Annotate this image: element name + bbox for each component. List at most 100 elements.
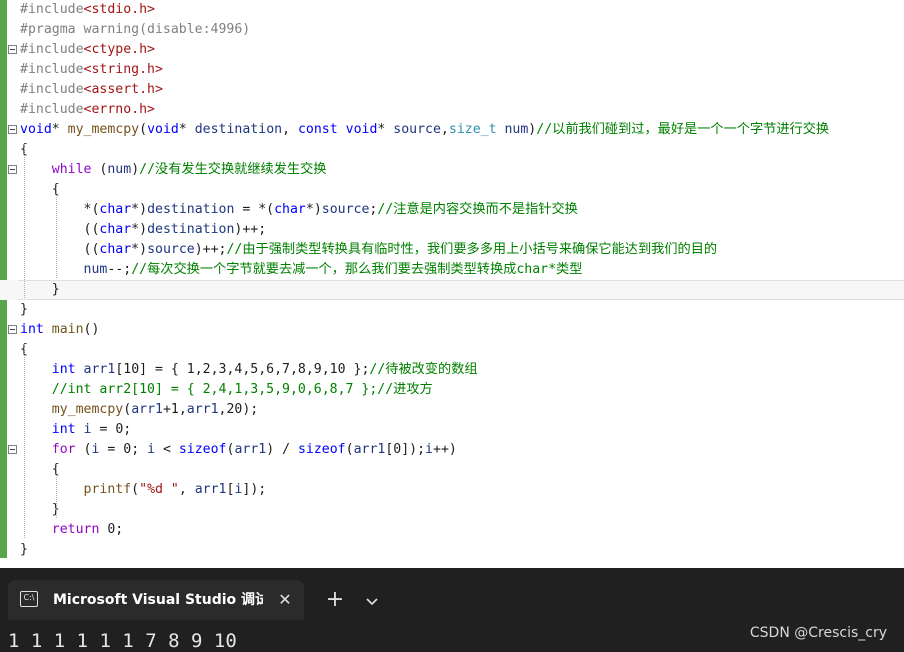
code-editor[interactable]: #include<stdio.h> #pragma warning(disable… [0, 0, 904, 568]
code-line[interactable]: printf("%d ", arr1[i]); [0, 480, 904, 500]
code-line[interactable]: #include<errno.h> [0, 100, 904, 120]
code-line[interactable]: { [0, 180, 904, 200]
code-text: } [20, 301, 28, 319]
code-line[interactable]: void* my_memcpy(void* destination, const… [0, 120, 904, 140]
code-token: //待被改变的数组 [369, 362, 478, 377]
code-line[interactable]: } [0, 300, 904, 320]
collapse-icon[interactable] [8, 45, 17, 54]
code-text: #include<stdio.h> [20, 1, 155, 19]
code-token: <string.h> [83, 62, 163, 77]
console-output: 1 1 1 1 1 1 7 8 9 10 [8, 630, 237, 652]
code-line[interactable]: #pragma warning(disable:4996) [0, 20, 904, 40]
code-text: my_memcpy(arr1+1,arr1,20); [20, 401, 258, 419]
code-token: <ctype.h> [83, 42, 155, 57]
code-token: } [20, 502, 60, 517]
code-line[interactable]: int main() [0, 320, 904, 340]
code-token: my_memcpy [51, 402, 124, 417]
code-line[interactable]: { [0, 460, 904, 480]
code-token: //每次交换一个字节就要去减一个，那么我们要去强制类型转换成char*类型 [131, 262, 583, 277]
code-token: = 0; [99, 442, 148, 457]
code-text: #include<assert.h> [20, 81, 163, 99]
tab-debug-console[interactable]: C:\ Microsoft Visual Studio 调试控制台 ✕ [8, 580, 304, 620]
code-token: //以前我们碰到过，最好是一个一个字节进行交换 [536, 122, 830, 137]
code-token: *( [20, 202, 100, 217]
collapse-icon[interactable] [8, 445, 17, 454]
indent-guide [24, 144, 25, 298]
code-token: char [99, 222, 132, 237]
code-line[interactable]: #include<stdio.h> [0, 0, 904, 20]
code-line[interactable]: return 0; [0, 520, 904, 540]
code-token: char [274, 202, 306, 217]
code-token: size_t [448, 122, 497, 137]
code-token: , [178, 482, 195, 497]
code-token: --; [107, 262, 132, 277]
code-token: i [147, 442, 156, 457]
tab-dropdown-button[interactable] [358, 588, 388, 614]
code-line[interactable]: #include<string.h> [0, 60, 904, 80]
collapse-icon[interactable] [8, 325, 17, 334]
code-text: { [20, 461, 60, 479]
code-token: //没有发生交换就继续发生交换 [139, 162, 327, 177]
code-token: (( [20, 222, 100, 237]
code-token: num [107, 162, 132, 177]
code-token: while [51, 162, 92, 177]
code-token: arr1 [83, 362, 116, 377]
tab-title: Microsoft Visual Studio 调试控制台 [53, 592, 263, 608]
code-line[interactable]: while (num)//没有发生交换就继续发生交换 [0, 160, 904, 180]
code-token: * [377, 122, 394, 137]
code-token: char [99, 242, 132, 257]
code-token: () [83, 322, 100, 337]
code-token: <errno.h> [83, 102, 155, 117]
code-token: *) [131, 202, 148, 217]
code-line[interactable]: ((char*)destination)++; [0, 220, 904, 240]
code-text: int arr1[10] = { 1,2,3,4,5,6,7,8,9,10 };… [20, 361, 478, 379]
code-token: destination [147, 202, 235, 217]
code-line[interactable]: num--;//每次交换一个字节就要去减一个，那么我们要去强制类型转换成char… [0, 260, 904, 280]
code-token: sizeof [178, 442, 227, 457]
code-token: source [393, 122, 441, 137]
code-line[interactable]: for (i = 0; i < sizeof(arr1) / sizeof(ar… [0, 440, 904, 460]
code-text: ((char*)source)++;//由于强制类型转换具有临时性，我们要多多用… [20, 241, 718, 259]
code-token: source [321, 202, 370, 217]
code-text: } [20, 281, 60, 299]
code-token: void [345, 122, 378, 137]
code-line[interactable]: { [0, 340, 904, 360]
code-line[interactable]: #include<ctype.h> [0, 40, 904, 60]
terminal-window[interactable]: C:\ Microsoft Visual Studio 调试控制台 ✕ + 1 … [0, 568, 904, 652]
code-line[interactable]: { [0, 140, 904, 160]
code-text: int i = 0; [20, 421, 131, 439]
code-line[interactable]: } [0, 500, 904, 520]
close-tab-button[interactable]: ✕ [274, 589, 296, 611]
code-line[interactable]: //int arr2[10] = { 2,4,1,3,5,9,0,6,8,7 }… [0, 380, 904, 400]
code-token: 0; [99, 522, 124, 537]
code-token: ( [139, 122, 148, 137]
code-line[interactable]: int i = 0; [0, 420, 904, 440]
code-token: <assert.h> [83, 82, 163, 97]
code-token: ++) [433, 442, 457, 457]
code-token: char [99, 202, 132, 217]
code-line[interactable]: } [0, 280, 904, 300]
code-token: ( [123, 402, 132, 417]
code-line[interactable]: int arr1[10] = { 1,2,3,4,5,6,7,8,9,10 };… [0, 360, 904, 380]
code-token: sizeof [297, 442, 346, 457]
code-token: *) [305, 202, 322, 217]
collapse-icon[interactable] [8, 165, 17, 174]
code-token: void [147, 122, 179, 137]
chevron-down-icon [366, 598, 378, 606]
code-token: [0]); [385, 442, 426, 457]
code-token: <stdio.h> [83, 2, 155, 17]
code-token: } [20, 282, 60, 297]
code-token: arr1 [186, 402, 219, 417]
code-text: return 0; [20, 521, 123, 539]
code-line[interactable]: #include<assert.h> [0, 80, 904, 100]
collapse-icon[interactable] [8, 125, 17, 134]
code-line[interactable]: my_memcpy(arr1+1,arr1,20); [0, 400, 904, 420]
code-token: ( [91, 162, 108, 177]
code-line[interactable]: ((char*)source)++;//由于强制类型转换具有临时性，我们要多多用… [0, 240, 904, 260]
code-line[interactable]: } [0, 540, 904, 560]
code-token: arr1 [353, 442, 386, 457]
code-line[interactable]: *(char*)destination = *(char*)source;//注… [0, 200, 904, 220]
new-tab-button[interactable]: + [318, 588, 352, 614]
code-token: for [51, 442, 76, 457]
